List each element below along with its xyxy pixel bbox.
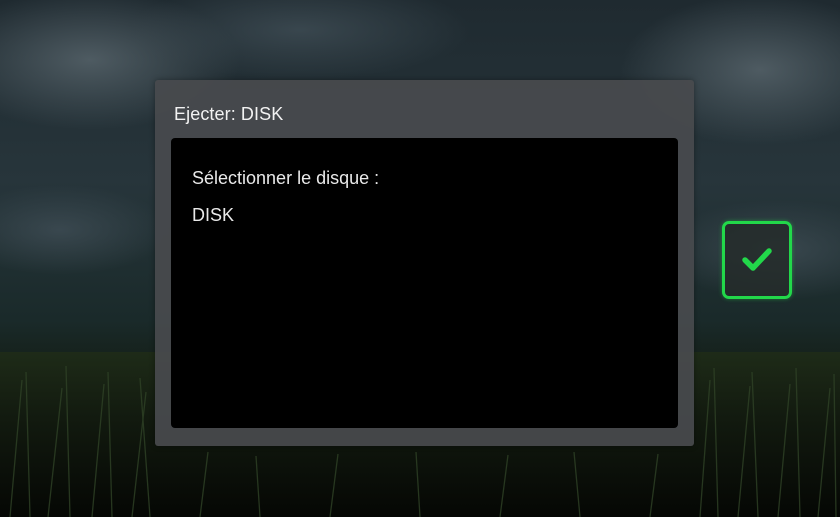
eject-dialog: Ejecter: DISK Sélectionner le disque : D… [155, 80, 694, 446]
disk-option[interactable]: DISK [192, 205, 234, 226]
disk-list-panel: Sélectionner le disque : DISK [171, 138, 678, 428]
checkmark-icon [741, 245, 773, 273]
select-disk-prompt: Sélectionner le disque : [192, 168, 380, 188]
confirm-button[interactable] [722, 221, 792, 299]
dialog-title: Ejecter: DISK [174, 104, 284, 124]
tv-screen: Ejecter: DISK Sélectionner le disque : D… [0, 0, 840, 517]
